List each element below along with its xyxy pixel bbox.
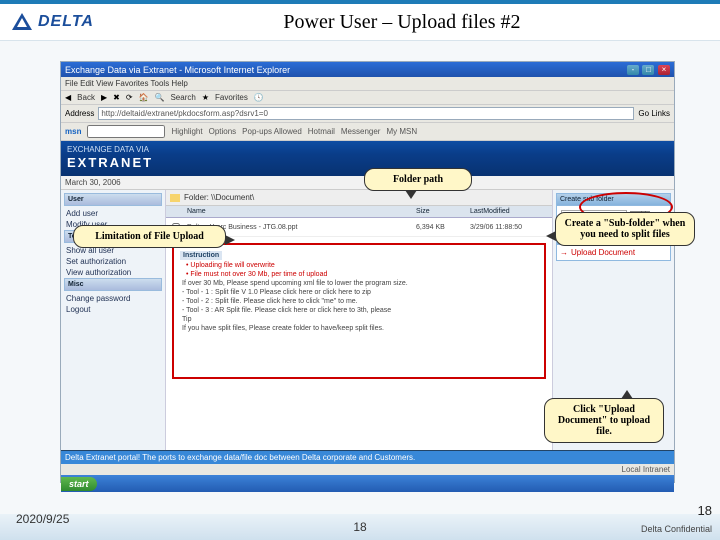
slide-confidential: Delta Confidential — [641, 524, 712, 534]
instruction-box: Instruction • Uploading file will overwr… — [172, 243, 546, 379]
msn-popups[interactable]: Pop-ups Allowed — [242, 127, 302, 136]
nav-logout[interactable]: Logout — [64, 304, 162, 315]
stop-icon[interactable]: ✖ — [113, 93, 120, 102]
msn-mymsn[interactable]: My MSN — [386, 127, 417, 136]
favorites-button[interactable]: Favorites — [215, 93, 248, 102]
ie-titlebar: Exchange Data via Extranet - Microsoft I… — [61, 62, 674, 77]
history-icon[interactable]: 🕓 — [254, 93, 264, 102]
nav-section-misc: Misc — [64, 278, 162, 291]
instr-b4: - Tool - 3 : AR Split file. Please click… — [182, 307, 538, 314]
instr-b1: If over 30 Mb, Please spend upcoming xml… — [182, 280, 538, 287]
address-input[interactable]: http://deltaid/extranet/pkdocsform.asp?d… — [98, 107, 634, 120]
nav-set-auth[interactable]: Set authorization — [64, 256, 162, 267]
callout-folder-path: Folder path — [364, 168, 472, 191]
instr-red2: • File must not over 30 Mb, per time of … — [186, 271, 538, 278]
msn-toolbar: msn Highlight Options Pop-ups Allowed Ho… — [61, 123, 674, 141]
upload-document-button[interactable]: Upload Document — [557, 245, 670, 260]
page-tagline: EXCHANGE DATA VIA — [61, 141, 674, 154]
nav-change-password[interactable]: Change password — [64, 293, 162, 304]
folder-icon — [170, 194, 180, 202]
callout-upload: Click "Upload Document" to upload file. — [544, 398, 664, 443]
msn-hotmail[interactable]: Hotmail — [308, 127, 335, 136]
delta-triangle-icon — [10, 10, 34, 34]
forward-icon[interactable]: ▶ — [101, 93, 107, 102]
zone-label: Local Intranet — [622, 465, 670, 474]
refresh-icon[interactable]: ⟳ — [126, 93, 133, 102]
ie-menu[interactable]: File Edit View Favorites Tools Help — [61, 77, 674, 91]
favorites-icon[interactable]: ★ — [202, 93, 209, 102]
go-button[interactable]: Go Links — [638, 109, 670, 118]
close-icon[interactable]: × — [658, 65, 670, 75]
delta-logo: DELTA — [10, 10, 94, 34]
instr-b3: - Tool - 2 : Split file. Please click he… — [182, 298, 538, 305]
callout-limitation: Limitation of File Upload — [73, 225, 226, 248]
msn-messenger[interactable]: Messenger — [341, 127, 381, 136]
callout-subfolder: Create a "Sub-folder" when you need to s… — [555, 212, 695, 246]
slide-page-center: 18 — [353, 520, 366, 534]
folder-path-text: Folder: \\Document\ — [184, 193, 254, 202]
ie-toolbar: ◀ Back ▶ ✖ ⟳ 🏠 🔍 Search ★ Favorites 🕓 — [61, 91, 674, 105]
back-icon[interactable]: ◀ — [65, 93, 71, 102]
instr-b5: Tip — [182, 316, 538, 323]
col-modified[interactable]: LastModified — [468, 206, 552, 218]
slide-page-right: 18 — [698, 503, 712, 518]
windows-taskbar: start — [61, 475, 674, 492]
msn-brand: msn — [65, 127, 81, 136]
back-button[interactable]: Back — [77, 93, 95, 102]
col-size[interactable]: Size — [414, 206, 468, 218]
maximize-icon[interactable]: □ — [642, 65, 654, 75]
table-header-row: Name Size LastModified — [166, 206, 552, 218]
page-footer-text: Delta Extranet portal! The ports to exch… — [61, 450, 674, 464]
address-label: Address — [65, 109, 94, 118]
cell-size: 6,394 KB — [414, 218, 468, 237]
logo-text: DELTA — [38, 13, 94, 31]
col-name[interactable]: Name — [185, 206, 414, 218]
search-icon[interactable]: 🔍 — [154, 93, 164, 102]
instr-header: Instruction — [180, 251, 222, 260]
cell-modified: 3/29/06 11:88:50 — [468, 218, 552, 237]
folder-path-bar: Folder: \\Document\ — [166, 190, 552, 206]
start-button[interactable]: start — [61, 477, 97, 491]
ie-title-text: Exchange Data via Extranet - Microsoft I… — [65, 65, 290, 75]
slide-title: Power User – Upload files #2 — [283, 11, 520, 34]
nav-section-user: User — [64, 193, 162, 206]
instr-b6: If you have split files, Please create f… — [182, 325, 538, 332]
slide-date: 2020/9/25 — [16, 512, 69, 526]
minimize-icon[interactable]: - — [627, 65, 639, 75]
ie-status-bar: Local Intranet — [61, 464, 674, 475]
search-button[interactable]: Search — [170, 93, 195, 102]
nav-add-user[interactable]: Add user — [64, 208, 162, 219]
msn-options[interactable]: Options — [209, 127, 237, 136]
instr-b2: - Tool - 1 : Split file V 1.0 Please cli… — [182, 289, 538, 296]
col-check[interactable] — [166, 206, 185, 218]
ie-address-bar: Address http://deltaid/extranet/pkdocsfo… — [61, 105, 674, 123]
instr-red1: • Uploading file will overwrite — [186, 262, 538, 269]
msn-highlight[interactable]: Highlight — [171, 127, 202, 136]
nav-view-auth[interactable]: View authorization — [64, 267, 162, 278]
msn-search-input[interactable] — [87, 125, 165, 138]
slide-header: DELTA Power User – Upload files #2 — [0, 4, 720, 41]
home-icon[interactable]: 🏠 — [139, 93, 149, 102]
